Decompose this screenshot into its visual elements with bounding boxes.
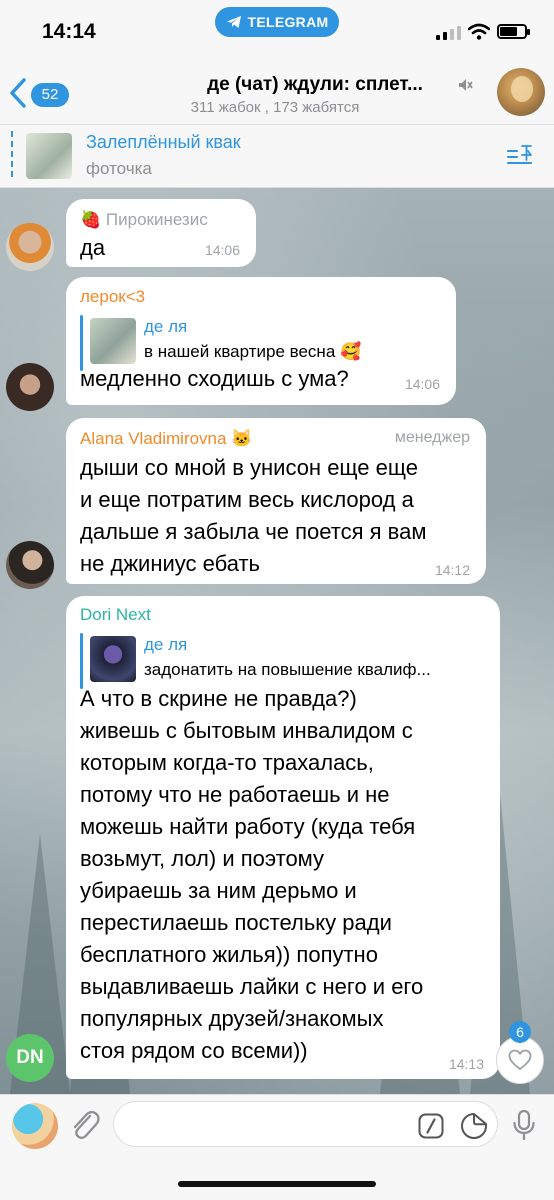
- reply-author: де ля: [144, 317, 188, 336]
- chat-avatar[interactable]: [497, 68, 545, 116]
- send-as-avatar[interactable]: [12, 1103, 58, 1149]
- pinned-list-icon[interactable]: [505, 143, 535, 169]
- sender-name: Alana Vladimirovna: [80, 429, 227, 448]
- chat-subtitle: 311 жабок , 173 жабятся: [190, 99, 360, 116]
- reply-thumbnail: [90, 636, 136, 682]
- pinned-indicator: [11, 131, 13, 181]
- message-time: 14:12: [434, 562, 470, 578]
- message-time: 14:13: [448, 1056, 484, 1072]
- chat-title[interactable]: де (чат) ждули: сплет...: [170, 74, 460, 96]
- sender-line[interactable]: Alana Vladimirovna 🐱: [80, 429, 252, 449]
- pinned-thumbnail: [26, 133, 72, 179]
- status-bar: 14:14 TELEGRAM: [0, 0, 554, 62]
- message-text-line: потому что не работаешь и не: [80, 782, 390, 807]
- message-text-line: убираешь за ним дерьмо и: [80, 878, 357, 903]
- heart-icon: [508, 1049, 532, 1071]
- command-icon[interactable]: [418, 1113, 444, 1139]
- message-bubble[interactable]: Dori Next де ля задонатить на повышение …: [66, 596, 500, 1079]
- unread-count-badge[interactable]: 52: [31, 83, 69, 107]
- admin-title: менеджер: [394, 429, 470, 446]
- microphone-icon[interactable]: [512, 1109, 536, 1141]
- avatar[interactable]: DN: [6, 1034, 54, 1082]
- reaction-count-badge: 6: [509, 1021, 531, 1043]
- reply-text: задонатить на повышение квалиф...: [144, 660, 431, 679]
- sender-name[interactable]: лерок<3: [80, 287, 145, 307]
- sender-emoji: 🐱: [231, 429, 253, 448]
- telegram-pill-label: TELEGRAM: [247, 14, 329, 30]
- pinned-title: Залеплённый квак: [86, 132, 241, 152]
- sender-line[interactable]: 🍓 Пирокинезис: [80, 210, 208, 230]
- message-text-line: живешь с бытовым инвалидом с: [80, 718, 413, 743]
- sticker-icon[interactable]: [460, 1112, 488, 1140]
- reply-thumbnail: [90, 318, 136, 364]
- wifi-icon: [468, 23, 490, 40]
- message-bubble[interactable]: лерок<3 де ля в нашей квартире весна 🥰 м…: [66, 277, 456, 405]
- message-text-line: не джиниус ебать: [80, 551, 261, 576]
- paperclip-icon[interactable]: [68, 1107, 102, 1143]
- battery-icon: [497, 24, 530, 39]
- message-text-line: можешь найти работу (куда тебя: [80, 814, 416, 839]
- message-time: 14:06: [204, 242, 240, 258]
- sender-name: Пирокинезис: [105, 210, 208, 229]
- message-text-line: возьмут, лол) и поэтому: [80, 846, 325, 871]
- message-text: да: [80, 235, 106, 260]
- status-time: 14:14: [42, 20, 96, 43]
- reaction-button[interactable]: [496, 1036, 544, 1084]
- telegram-pill[interactable]: TELEGRAM: [215, 7, 339, 37]
- sender-name[interactable]: Dori Next: [80, 605, 151, 625]
- sender-emoji: 🍓: [80, 210, 102, 229]
- message-time: 14:06: [404, 376, 440, 392]
- message-text-line: стоя рядом со всеми)): [80, 1038, 308, 1063]
- reply-author: де ля: [144, 635, 188, 654]
- message-text-line: которым когда-то трахалась,: [80, 750, 374, 775]
- pinned-subtitle: фоточка: [86, 159, 152, 178]
- avatar[interactable]: [6, 363, 54, 411]
- message-bubble[interactable]: 🍓 Пирокинезис да 14:06: [66, 199, 256, 267]
- avatar[interactable]: [6, 223, 54, 271]
- message-bubble[interactable]: Alana Vladimirovna 🐱 менеджер дыши со мн…: [66, 418, 486, 584]
- message-text: медленно сходишь с ума?: [80, 366, 349, 391]
- avatar[interactable]: [6, 541, 54, 589]
- signal-icon: [436, 26, 461, 40]
- chat-header: 52 де (чат) ждули: сплет... 311 жабок , …: [0, 62, 554, 124]
- message-text-line: бесплатного жилья)) попутно: [80, 942, 378, 967]
- reply-text: в нашей квартире весна 🥰: [144, 342, 362, 361]
- message-text-line: А что в скрине не правда?): [80, 686, 357, 711]
- message-text-line: популярных друзей/знакомых: [80, 1006, 384, 1031]
- message-text-line: перестилаешь постельку ради: [80, 910, 392, 935]
- chevron-left-icon[interactable]: [8, 77, 28, 109]
- telegram-plane-icon: [226, 16, 241, 28]
- message-text-line: дальше я забыла че поется я вам: [80, 519, 427, 544]
- message-text-line: выдавливаешь лайки с него и его: [80, 974, 424, 999]
- message-text-line: дыши со мной в унисон еще еще: [80, 455, 418, 480]
- home-indicator: [178, 1181, 376, 1187]
- pinned-message-bar[interactable]: Залеплённый квак фоточка: [0, 124, 554, 188]
- message-input-field[interactable]: [130, 1102, 410, 1146]
- mute-icon: [459, 79, 473, 91]
- message-list[interactable]: 🍓 Пирокинезис да 14:06 лерок<3 де ля в н…: [0, 188, 554, 1094]
- message-text-line: и еще потратим весь кислород а: [80, 487, 414, 512]
